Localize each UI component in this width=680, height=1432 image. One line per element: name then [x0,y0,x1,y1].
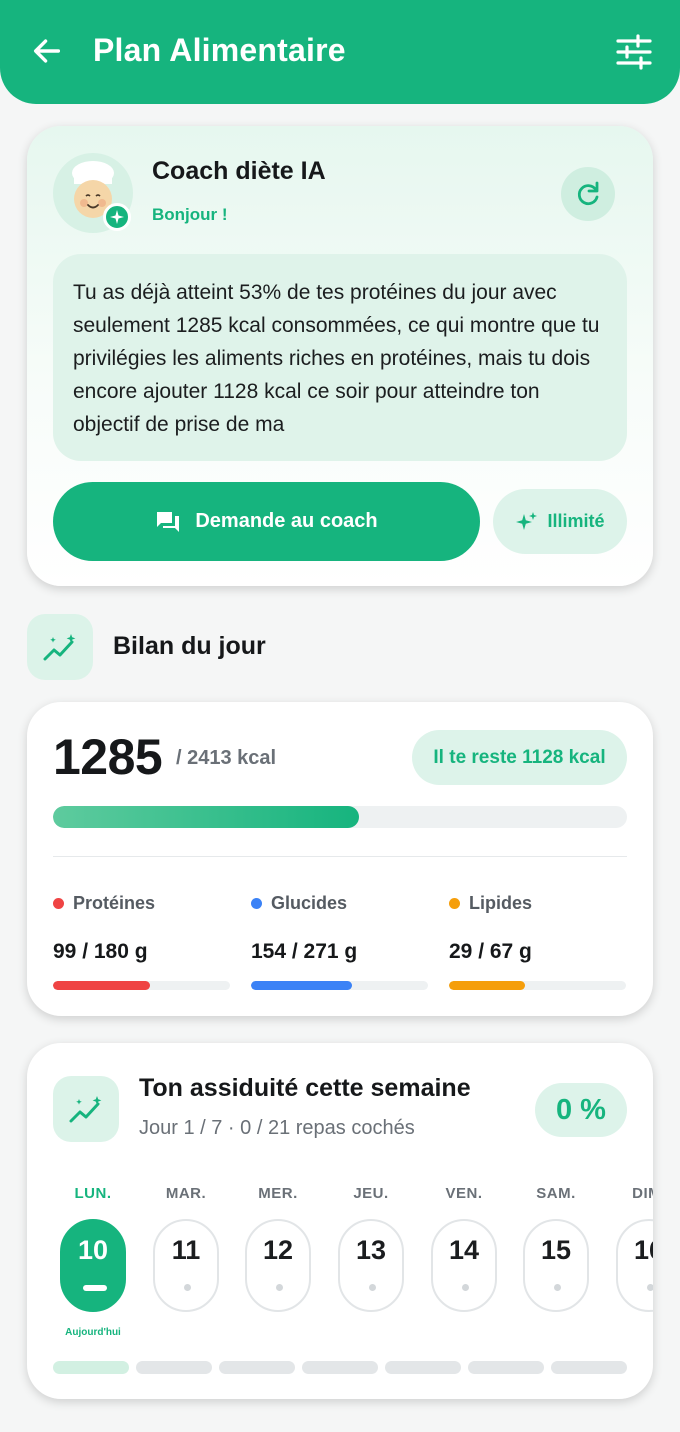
macro-progress-fill [251,981,352,990]
day-number: 16 [633,1235,653,1265]
carbs-dot-icon [251,898,262,909]
coach-avatar [53,153,133,233]
daily-summary-card: 1285 / 2413 kcal Il te reste 1128 kcal P… [27,702,653,1016]
day-indicator [83,1285,107,1291]
macro-value: 29 / 67 g [449,940,532,963]
day-pill: 10 [60,1219,126,1312]
macro-value: 154 / 271 g [251,940,358,963]
week-progress-segment [468,1361,544,1374]
chat-icon [157,511,180,532]
day-mon[interactable]: LUN. 10 [60,1185,126,1312]
coach-greeting: Bonjour ! [152,205,228,224]
week-subtitle: Jour 1 / 7 · 0 / 21 repas cochés [139,1117,415,1139]
day-name: SAM. [536,1185,576,1202]
day-fri[interactable]: VEN. 14 [431,1185,497,1312]
day-name: MAR. [165,1185,207,1202]
day-pill: 16 [616,1219,653,1312]
remaining-kcal-badge: Il te reste 1128 kcal [412,730,627,785]
day-pill: 14 [431,1219,497,1312]
day-number: 15 [540,1235,572,1265]
day-tue[interactable]: MAR. 11 [153,1185,219,1312]
day-number: 11 [171,1235,201,1265]
day-name: VEN. [445,1185,483,1202]
macro-proteins: Protéines 99 / 180 g [53,893,230,990]
weekly-adherence-card: Ton assiduité cette semaine Jour 1 / 7 ·… [27,1043,653,1399]
refresh-icon [577,181,599,206]
day-sun[interactable]: DIM. 16 [616,1185,653,1312]
week-progress-segment [136,1361,212,1374]
day-thu[interactable]: JEU. 13 [338,1185,404,1312]
calorie-progress-bar [53,806,627,828]
day-pill: 12 [245,1219,311,1312]
refresh-button[interactable] [561,167,615,221]
macro-name: Glucides [271,893,348,913]
day-name: LUN. [74,1185,112,1202]
section-title: Bilan du jour [113,632,266,660]
week-progress-segment [302,1361,378,1374]
kcal-goal: / 2413 kcal [176,747,277,769]
unlimited-button[interactable]: Illimité [493,489,627,554]
week-progress-segment [385,1361,461,1374]
macro-name: Protéines [73,893,156,913]
coach-name: Coach diète IA [152,157,326,185]
day-number: 12 [262,1235,294,1265]
trend-chart-icon [27,614,93,680]
today-label: Aujourd'hui [65,1327,121,1338]
ai-coach-card: Coach diète IA Bonjour ! Tu as déjà atte… [27,126,653,586]
macro-progress-bar [53,981,230,990]
macro-fats: Lipides 29 / 67 g [449,893,626,990]
day-number: 14 [448,1235,480,1265]
page-title: Plan Alimentaire [93,32,346,68]
macro-carbs: Glucides 154 / 271 g [251,893,428,990]
week-progress-segment [551,1361,627,1374]
fat-dot-icon [449,898,460,909]
macro-name: Lipides [469,893,533,913]
protein-dot-icon [53,898,64,909]
day-pill: 15 [523,1219,589,1312]
divider [53,856,627,857]
day-indicator [184,1284,191,1291]
day-indicator [554,1284,561,1291]
day-name: MER. [258,1185,298,1202]
macro-progress-bar [449,981,626,990]
day-name: JEU. [353,1185,389,1202]
macro-progress-fill [449,981,526,990]
day-pill: 13 [338,1219,404,1312]
day-sat[interactable]: SAM. 15 [523,1185,589,1312]
week-title: Ton assiduité cette semaine [139,1074,471,1102]
day-indicator [276,1284,283,1291]
day-indicator [369,1284,376,1291]
day-number: 13 [355,1235,387,1265]
kcal-consumed: 1285 [53,729,163,785]
day-wed[interactable]: MER. 12 [245,1185,311,1312]
calorie-progress-fill [53,806,359,828]
day-number: 10 [77,1235,109,1265]
day-pill: 11 [153,1219,219,1312]
week-progress-segment [219,1361,295,1374]
day-indicator [462,1284,469,1291]
app-header: Plan Alimentaire [0,0,680,104]
adherence-percent-badge: 0 % [535,1083,627,1137]
sparkles-icon [516,511,538,530]
back-arrow-icon[interactable] [30,34,64,68]
sparkle-badge-icon [103,203,131,231]
ask-coach-label: Demande au coach [195,510,378,532]
macro-progress-fill [53,981,151,990]
trend-chart-icon [53,1076,119,1142]
macro-progress-bar [251,981,428,990]
macro-value: 99 / 180 g [53,940,148,963]
ask-coach-button[interactable]: Demande au coach [53,482,480,561]
unlimited-label: Illimité [547,511,605,531]
day-indicator [647,1284,653,1291]
coach-message: Tu as déjà atteint 53% de tes protéines … [53,254,627,461]
filter-settings-icon[interactable] [614,34,654,70]
day-name: DIM. [632,1185,653,1202]
week-progress-segment [53,1361,129,1374]
